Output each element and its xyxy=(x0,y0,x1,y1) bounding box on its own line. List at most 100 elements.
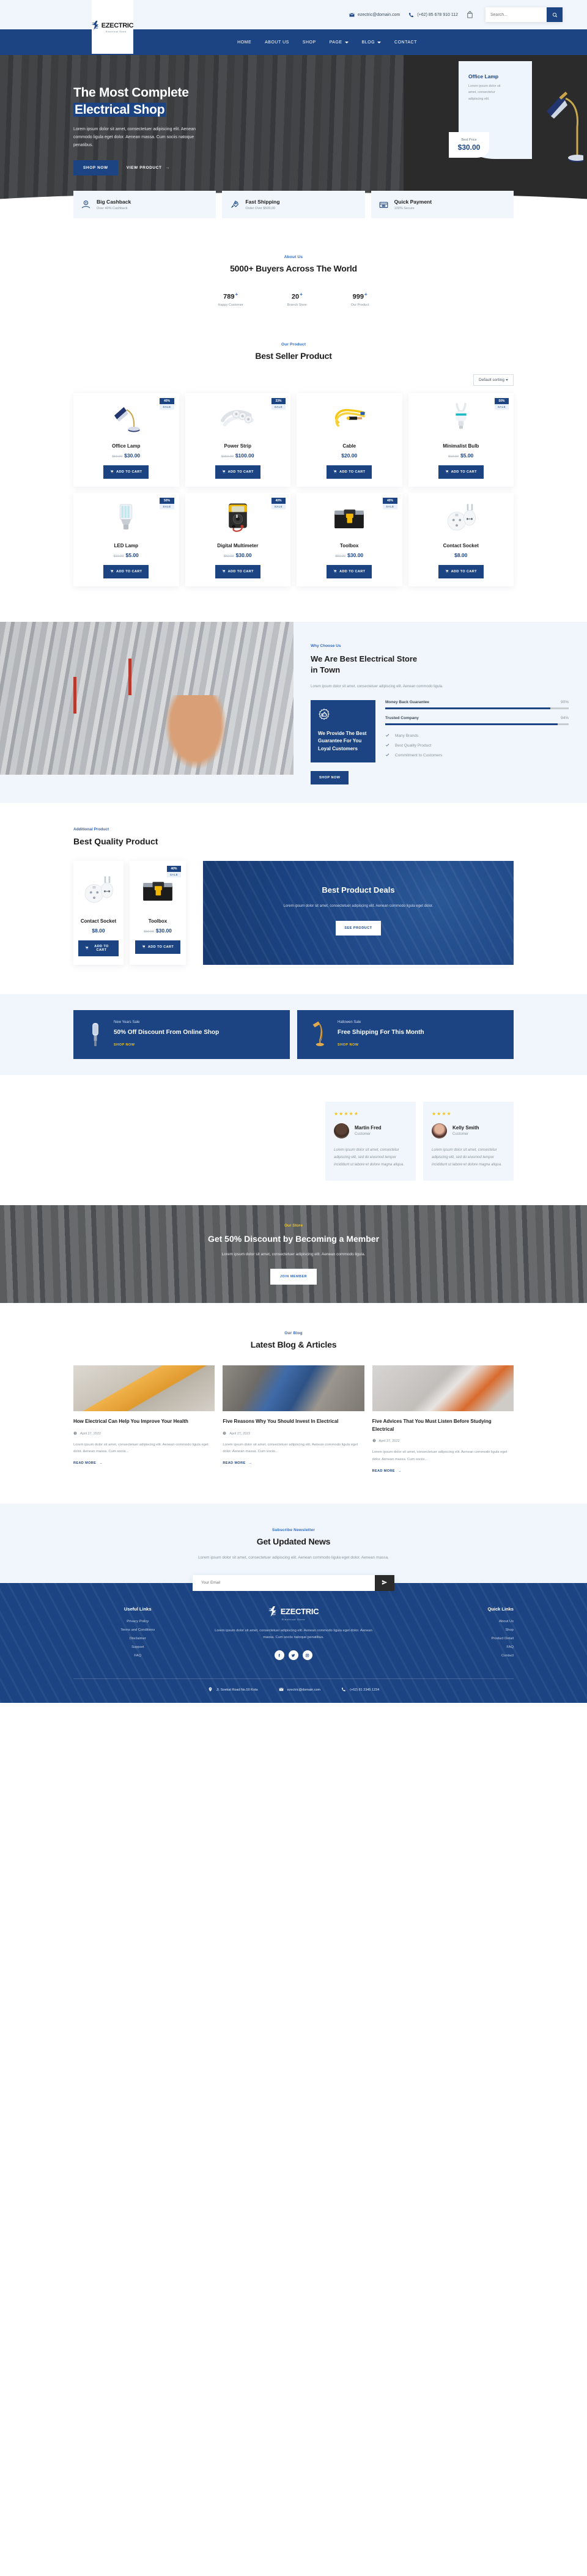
blog-card[interactable]: Five Advices That You Must Listen Before… xyxy=(372,1365,514,1473)
footer-link[interactable]: FAQ xyxy=(73,1654,202,1658)
product-card[interactable]: Contact Socket $8.00 ADD TO CART xyxy=(408,492,514,586)
product-price: $50.00 $30.00 xyxy=(112,452,141,459)
blog-card[interactable]: Five Reasons Why You Should Invest In El… xyxy=(223,1365,364,1473)
blog-read-more-link[interactable]: READ MORE → xyxy=(73,1461,215,1465)
contact-email[interactable]: ezectric@domain.com xyxy=(349,12,400,18)
product-price: $8.00 xyxy=(92,927,105,934)
brand-logo[interactable]: EZECTRIC Electrical Store xyxy=(91,0,134,54)
blog-post-date: April 27, 2022 xyxy=(223,1431,364,1436)
search-button[interactable] xyxy=(547,7,563,22)
guarantee-title: We Provide The Best Guarantee For You Lo… xyxy=(318,730,367,752)
footer-link[interactable]: Terms and Conditions xyxy=(73,1628,202,1632)
blog-card[interactable]: How Electrical Can Help You Improve Your… xyxy=(73,1365,215,1473)
blog-post-excerpt: Lorem ipsum dolor sit amet, consectetuer… xyxy=(73,1442,209,1454)
product-card[interactable]: 50% SALE Minimalist Bulb $10.00 $5.00 ADD TO … xyxy=(408,393,514,487)
footer-link[interactable]: About Us xyxy=(385,1620,514,1623)
search-box[interactable] xyxy=(485,7,563,22)
add-to-cart-button[interactable]: ADD TO CART xyxy=(103,564,149,578)
footer-link[interactable]: Contact xyxy=(385,1654,514,1658)
footer-brand-name: EZECTRIC xyxy=(280,1606,319,1616)
why-shop-now-button[interactable]: SHOP NOW xyxy=(311,770,349,784)
nav-item-blog[interactable]: BLOG xyxy=(362,40,382,45)
footer-email-text: ezectric@domain.com xyxy=(287,1688,321,1692)
add-to-cart-button[interactable]: ADD TO CART xyxy=(438,564,484,578)
cart-icon[interactable] xyxy=(467,11,473,18)
sale-badge: 50% SALE xyxy=(494,397,509,410)
footer-description: Lorem ipsum dolor sit amet, consectetuer… xyxy=(215,1628,372,1640)
promo-halloween-sale: Hallowen Sale Free Shipping For This Mon… xyxy=(297,1009,514,1059)
hero-view-product-button[interactable]: VIEW PRODUCT → xyxy=(127,166,170,170)
add-to-cart-button[interactable]: ADD TO CART xyxy=(327,564,372,578)
footer-link[interactable]: Privacy Policy xyxy=(73,1620,202,1623)
footer-link[interactable]: FAQ xyxy=(385,1645,514,1649)
sale-badge: 40% SALE xyxy=(160,397,174,410)
footer-link[interactable]: Product Detail xyxy=(385,1637,514,1640)
footer-link[interactable]: Shop xyxy=(385,1628,514,1632)
search-icon xyxy=(552,10,558,20)
contact-phone[interactable]: (+62) 85 678 910 112 xyxy=(408,12,458,18)
stat-plus: + xyxy=(364,292,367,297)
add-to-cart-button[interactable]: ADD TO CART xyxy=(78,940,119,956)
promo-shop-now-link[interactable]: SHOP NOW xyxy=(114,1043,135,1047)
promo-title: Free Shipping For This Month xyxy=(338,1028,424,1036)
footer-link[interactable]: Disclaimer xyxy=(73,1637,202,1640)
product-name: LED Lamp xyxy=(114,542,139,548)
nav-item-about-us[interactable]: ABOUT US xyxy=(265,40,289,45)
facebook-icon[interactable] xyxy=(274,1650,284,1661)
product-card[interactable]: Cable $20.00 ADD TO CART xyxy=(297,393,402,487)
product-grid: 40% SALE Office Lamp $50.00 $30.00 ADD TO CAR… xyxy=(73,393,514,586)
footer-email[interactable]: ezectric@domain.com xyxy=(279,1687,321,1693)
product-card[interactable]: 50% SALE LED Lamp $10.00 $5.00 ADD TO CART xyxy=(73,492,179,586)
add-to-cart-button[interactable]: ADD TO CART xyxy=(215,564,260,578)
product-card[interactable]: 40% SALE Digital Multimeter $50.00 $30.00 ADD… xyxy=(185,492,290,586)
blog-read-more-link[interactable]: READ MORE → xyxy=(372,1469,514,1473)
guarantee-card: We Provide The Best Guarantee For You Lo… xyxy=(311,699,375,762)
add-to-cart-button[interactable]: ADD TO CART xyxy=(438,465,484,479)
nav-item-contact[interactable]: CONTACT xyxy=(394,40,417,45)
join-member-button[interactable]: JOIN MEMBER xyxy=(270,1269,317,1285)
add-to-cart-button[interactable]: ADD TO CART xyxy=(215,465,260,479)
product-card[interactable]: 40% SALE Office Lamp $50.00 $30.00 ADD TO CAR… xyxy=(73,393,179,487)
search-input[interactable] xyxy=(485,7,547,22)
feature-title: Fast Shipping xyxy=(245,199,280,205)
newsletter-email-input[interactable] xyxy=(193,1574,375,1591)
top-bar: ezectric@domain.com (+62) 85 678 910 112 xyxy=(0,0,587,29)
old-price: $50.00 xyxy=(335,554,346,558)
nav-item-home[interactable]: HOME xyxy=(237,40,251,45)
newsletter-submit-button[interactable] xyxy=(375,1574,394,1591)
instagram-icon[interactable] xyxy=(302,1650,312,1661)
product-card[interactable]: 33% SALE Power Strip $150.00 $100.00 ADD TO C… xyxy=(185,393,290,487)
hero-paragraph: Lorem ipsum dolor sit amet, consectetuer… xyxy=(73,127,196,148)
see-product-button[interactable]: SEE PRODUCT xyxy=(336,920,381,936)
contact-email-text: ezectric@domain.com xyxy=(358,12,401,17)
nav-label: ABOUT US xyxy=(265,40,289,45)
footer-phone[interactable]: (+62) 81 2345 1234 xyxy=(341,1687,379,1693)
footer-logo[interactable]: EZECTRIC xyxy=(213,1606,374,1617)
add-to-cart-button[interactable]: ADD TO CART xyxy=(103,465,149,479)
add-to-cart-button[interactable]: ADD TO CART xyxy=(135,940,181,954)
nav-item-shop[interactable]: SHOP xyxy=(303,40,316,45)
about-stats: 789+ Happy Customer 20+ Branch Store 999… xyxy=(73,292,514,307)
nav-item-page[interactable]: PAGE xyxy=(330,40,349,45)
logo-row: EZECTRIC xyxy=(91,21,134,30)
product-card[interactable]: Contact Socket $8.00 ADD TO CART xyxy=(73,860,124,965)
clock-icon xyxy=(73,1431,77,1436)
sale-label: SALE xyxy=(271,503,286,509)
product-card[interactable]: 40% SALE Toolbox $50.00 $30.00 ADD TO CART xyxy=(130,860,186,965)
quality-title: Best Quality Product xyxy=(73,836,158,846)
blog-section: Our Blog Latest Blog & Articles How Elec… xyxy=(0,1303,587,1503)
product-card[interactable]: 40% SALE Toolbox $50.00 $30.00 ADD TO CART xyxy=(297,492,402,586)
blog-read-more-link[interactable]: READ MORE → xyxy=(223,1461,364,1465)
hero-shop-now-button[interactable]: SHOP NOW xyxy=(73,160,118,176)
main-navigation: HOME ABOUT US SHOP PAGE BLOG CONTACT xyxy=(0,29,587,55)
testimonial-role: Customer xyxy=(452,1132,469,1137)
sort-select[interactable]: Default sorting xyxy=(473,374,514,386)
add-to-cart-button[interactable]: ADD TO CART xyxy=(327,465,372,479)
arrow-right-icon: → xyxy=(99,1461,103,1466)
twitter-icon[interactable] xyxy=(288,1650,298,1661)
stat-plus: + xyxy=(300,292,303,297)
footer-link[interactable]: Support xyxy=(73,1645,202,1649)
promo-shop-now-link[interactable]: SHOP NOW xyxy=(338,1043,358,1047)
member-title: Get 50% Discount by Becoming a Member xyxy=(207,1234,380,1244)
rating-stars: ★★★★★ xyxy=(334,1110,359,1116)
